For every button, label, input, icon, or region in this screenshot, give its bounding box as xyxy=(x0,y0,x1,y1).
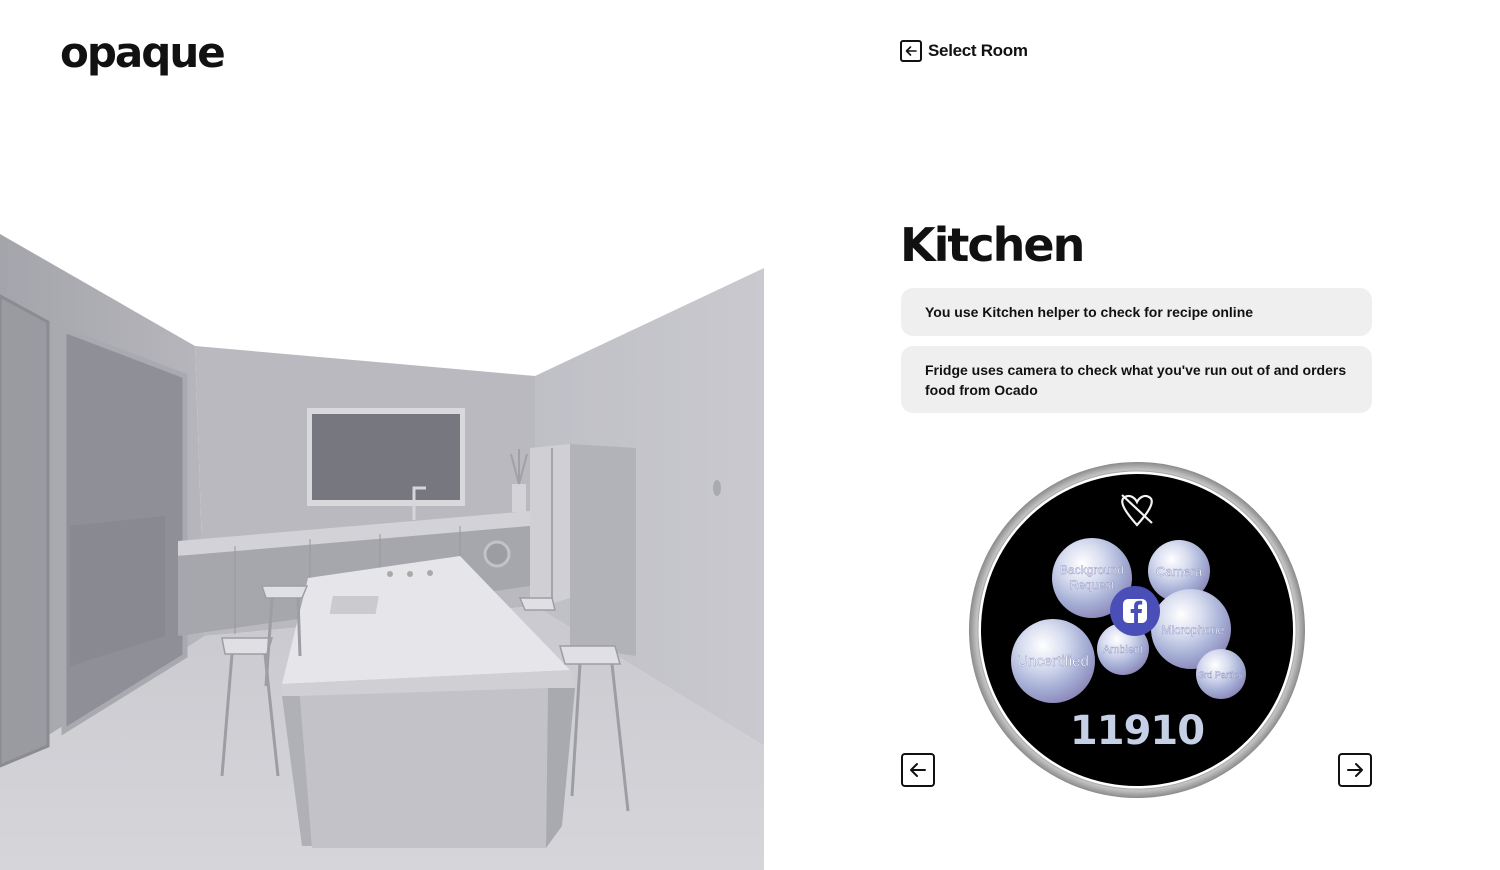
kitchen-room-illustration xyxy=(0,226,764,870)
select-room-button[interactable]: Select Room xyxy=(900,40,1028,62)
privacy-score: 11910 xyxy=(1070,708,1204,754)
scenario-card[interactable]: Fridge uses camera to check what you've … xyxy=(901,346,1372,413)
select-room-label: Select Room xyxy=(928,41,1028,60)
bubble-label-camera: Camera xyxy=(1156,564,1203,579)
bubble-label-third-parties: 3rd Parties xyxy=(1199,670,1243,680)
privacy-score-watch: Background Request Camera Microphone Unc… xyxy=(969,462,1305,798)
bubble-label-background: Background xyxy=(1060,563,1124,577)
brand-logo[interactable]: opaque xyxy=(60,28,226,77)
scenario-text: You use Kitchen helper to check for reci… xyxy=(925,304,1254,320)
scenario-card[interactable]: You use Kitchen helper to check for reci… xyxy=(901,288,1372,336)
arrow-left-icon xyxy=(910,763,926,777)
next-button[interactable] xyxy=(1338,753,1372,787)
bubble-label-uncertified: Uncertified xyxy=(1017,653,1089,670)
scenario-text: Fridge uses camera to check what you've … xyxy=(925,361,1347,398)
previous-button[interactable] xyxy=(901,753,935,787)
arrow-right-icon xyxy=(1347,763,1363,777)
bubble-label-ambient: Ambient xyxy=(1103,644,1143,656)
facebook-icon xyxy=(1123,599,1147,623)
room-title: Kitchen xyxy=(900,218,1085,272)
bubble-label-microphone: Microphone xyxy=(1162,623,1225,637)
arrow-left-icon xyxy=(900,40,922,62)
bubble-label-request: Request xyxy=(1070,578,1115,592)
